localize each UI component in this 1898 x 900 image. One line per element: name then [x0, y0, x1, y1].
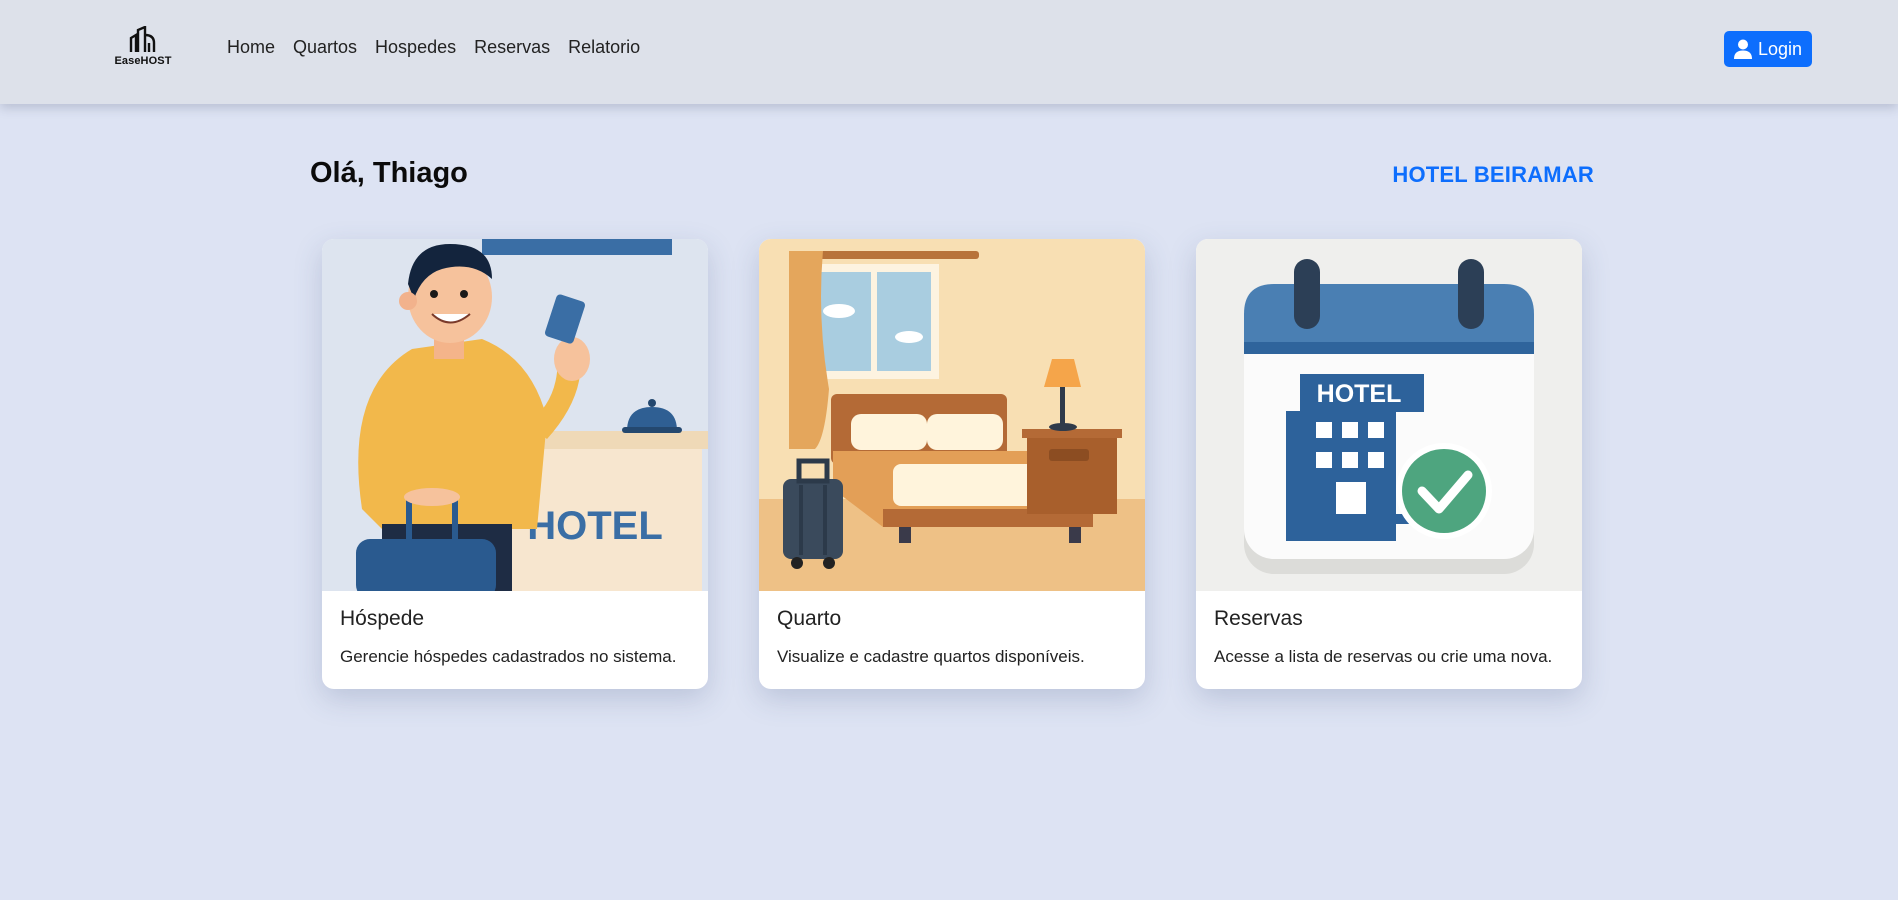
login-button[interactable]: Login	[1724, 31, 1812, 67]
card-body: Hóspede Gerencie hóspedes cadastrados no…	[322, 591, 708, 689]
brand-name: EaseHOST	[114, 55, 172, 67]
card-title: Quarto	[777, 607, 842, 630]
nav-link-quartos[interactable]: Quartos	[293, 37, 357, 58]
greeting-heading: Olá, Thiago	[310, 157, 468, 189]
hotel-name: HOTEL BEIRAMAR	[1392, 162, 1594, 187]
card-text: Visualize e cadastre quartos disponíveis…	[777, 647, 1085, 666]
hotel-room-illustration	[759, 239, 1145, 591]
card-quarto[interactable]: Quarto Visualize e cadastre quartos disp…	[759, 239, 1145, 689]
nav-links: Home Quartos Hospedes Reservas Relatorio	[227, 37, 658, 58]
svg-text:HOTEL: HOTEL	[1317, 380, 1402, 408]
brand-logo[interactable]: EaseHOST	[108, 26, 178, 72]
card-title: Reservas	[1214, 607, 1303, 630]
navbar: EaseHOST Home Quartos Hospedes Reservas …	[0, 0, 1898, 104]
nav-link-reservas[interactable]: Reservas	[474, 37, 550, 58]
card-title: Hóspede	[340, 607, 425, 630]
card-reservas[interactable]: HOTEL Reservas Acesse a lista de reserva…	[1196, 239, 1582, 689]
guest-checkin-illustration: HOTEL	[322, 239, 708, 591]
card-body: Reservas Acesse a lista de reservas ou c…	[1196, 591, 1582, 689]
card-body: Quarto Visualize e cadastre quartos disp…	[759, 591, 1145, 689]
calendar-hotel-illustration: HOTEL	[1196, 239, 1582, 591]
login-label: Login	[1757, 38, 1803, 59]
user-icon	[1733, 39, 1752, 59]
buildings-icon	[129, 26, 156, 52]
nav-link-home[interactable]: Home	[227, 37, 275, 58]
svg-text:HOTEL: HOTEL	[527, 504, 663, 548]
card-hospede[interactable]: HOTEL Hóspede Gerencie hóspedes cadastra…	[322, 239, 708, 689]
card-text: Acesse a lista de reservas ou crie uma n…	[1214, 647, 1553, 666]
nav-link-hospedes[interactable]: Hospedes	[375, 37, 456, 58]
card-text: Gerencie hóspedes cadastrados no sistema…	[340, 647, 677, 666]
nav-link-relatorio[interactable]: Relatorio	[568, 37, 640, 58]
